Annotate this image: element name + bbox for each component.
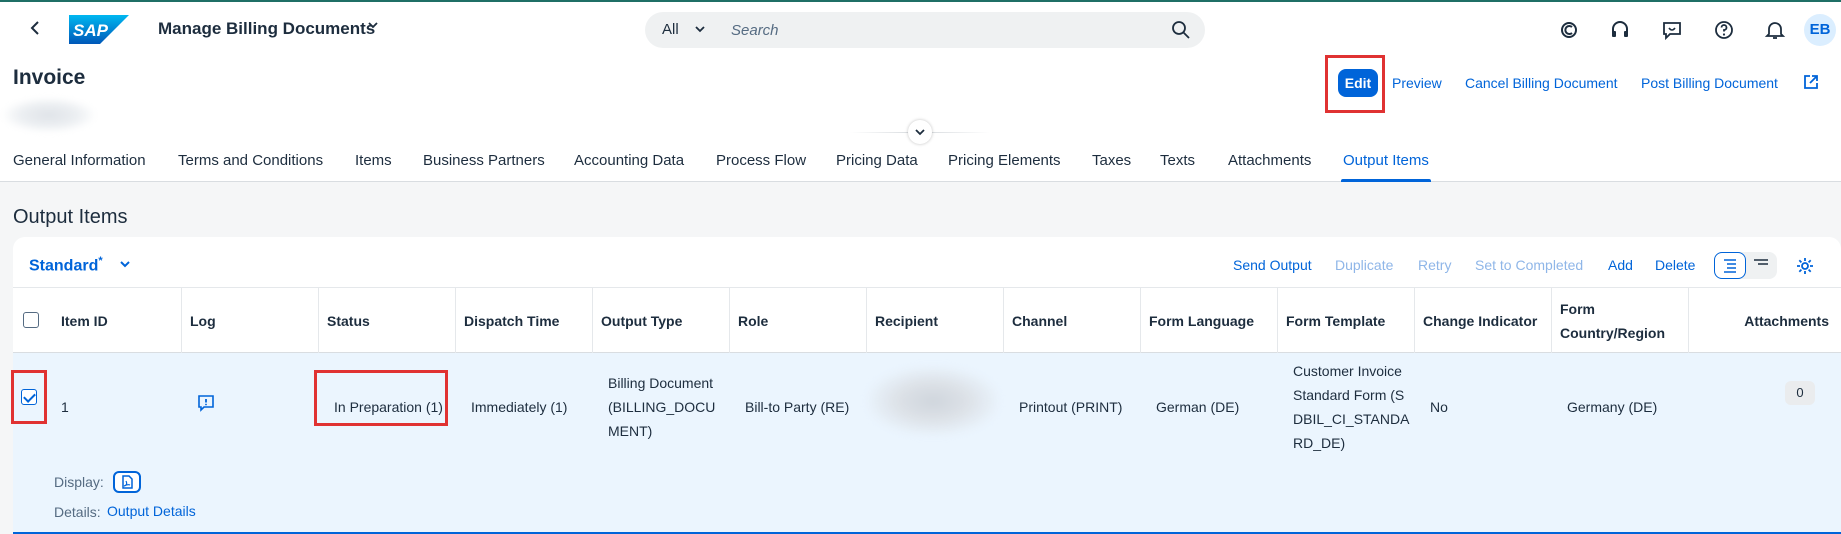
tab-items[interactable]: Items <box>355 152 392 169</box>
edit-button[interactable]: Edit <box>1338 69 1378 97</box>
search-input[interactable] <box>731 18 1151 42</box>
copilot-icon[interactable] <box>1557 18 1581 42</box>
search-scope[interactable]: All <box>662 21 679 38</box>
feedback-icon[interactable] <box>1660 18 1684 42</box>
table-row[interactable]: 1 In Preparation (1) Immediately (1) Bil… <box>11 353 1841 534</box>
blurred-recipient <box>868 367 998 435</box>
change-indicator-cell: No <box>1430 399 1448 415</box>
chevron-down-icon[interactable] <box>366 18 380 35</box>
collapse-header-button[interactable] <box>908 120 932 144</box>
app-title[interactable]: Manage Billing Documents <box>158 19 375 39</box>
tab-pricing-data[interactable]: Pricing Data <box>836 152 918 169</box>
set-to-completed-button[interactable]: Set to Completed <box>1475 257 1583 273</box>
column-header[interactable]: Form Language <box>1140 288 1277 354</box>
column-header[interactable]: Recipient <box>866 288 1003 354</box>
role-cell: Bill-to Party (RE) <box>745 399 850 415</box>
post-billing-document-button[interactable]: Post Billing Document <box>1641 75 1778 91</box>
pdf-preview-icon[interactable] <box>113 471 141 493</box>
view-toggle <box>1714 252 1777 279</box>
retry-button[interactable]: Retry <box>1418 257 1451 273</box>
column-header[interactable]: Output Type <box>592 288 729 354</box>
search-bar: All <box>645 12 1205 48</box>
column-header[interactable]: Form Template <box>1277 288 1414 354</box>
form-template-cell: Customer Invoice Standard Form (SDBIL_CI… <box>1293 363 1410 451</box>
tab-taxes[interactable]: Taxes <box>1092 152 1131 169</box>
svg-text:SAP: SAP <box>73 21 109 40</box>
section-title: Output Items <box>13 206 128 228</box>
column-header[interactable]: Status <box>318 288 455 354</box>
output-type-cell: Billing Document (BILLING_DOCUMENT) <box>608 375 716 439</box>
row-checkbox[interactable] <box>21 389 37 405</box>
output-details-link[interactable]: Output Details <box>107 503 196 519</box>
chevron-down-icon[interactable] <box>118 254 132 277</box>
column-header[interactable]: Item ID <box>53 288 195 354</box>
column-header[interactable]: Dispatch Time <box>455 288 592 354</box>
send-output-button[interactable]: Send Output <box>1233 257 1312 273</box>
add-button[interactable]: Add <box>1608 257 1633 273</box>
select-all-checkbox[interactable] <box>23 312 39 328</box>
tab-accounting-data[interactable]: Accounting Data <box>574 152 684 169</box>
search-icon[interactable] <box>1171 20 1191 40</box>
tab-attachments[interactable]: Attachments <box>1228 152 1311 169</box>
tab-texts[interactable]: Texts <box>1160 152 1195 169</box>
form-language-cell: German (DE) <box>1156 399 1240 415</box>
variant-modified-marker: * <box>98 255 103 267</box>
chevron-down-icon[interactable] <box>693 19 707 42</box>
compact-view-icon[interactable] <box>1746 252 1777 279</box>
details-label: Details: <box>54 504 101 520</box>
status-cell: In Preparation (1) <box>334 399 443 415</box>
column-header[interactable]: Attachments <box>1688 288 1841 354</box>
headset-icon[interactable] <box>1608 18 1632 42</box>
channel-cell: Printout (PRINT) <box>1019 399 1123 415</box>
tab-pricing-elements[interactable]: Pricing Elements <box>948 152 1061 169</box>
preview-button[interactable]: Preview <box>1392 75 1442 91</box>
active-tab-indicator <box>1341 179 1431 182</box>
tab-output-items[interactable]: Output Items <box>1343 152 1429 169</box>
notification-bell-icon[interactable] <box>1763 18 1787 42</box>
share-icon[interactable] <box>1802 73 1820 91</box>
detail-view-icon[interactable] <box>1714 252 1746 279</box>
log-icon[interactable] <box>197 394 215 412</box>
duplicate-button[interactable]: Duplicate <box>1335 257 1393 273</box>
column-header[interactable]: Role <box>729 288 866 354</box>
item-id-cell: 1 <box>61 399 69 415</box>
output-items-table-panel: Standard* Send Output Duplicate Retry Se… <box>11 237 1841 534</box>
tab-business-partners[interactable]: Business Partners <box>423 152 545 169</box>
form-country-cell: Germany (DE) <box>1567 399 1658 415</box>
tab-terms-and-conditions[interactable]: Terms and Conditions <box>178 152 323 169</box>
page-title: Invoice <box>13 66 86 89</box>
shell-bar: SAP Manage Billing Documents All EB <box>0 0 1841 56</box>
attachments-count-badge[interactable]: 0 <box>1785 381 1815 405</box>
help-icon[interactable] <box>1712 18 1736 42</box>
sap-logo[interactable]: SAP <box>69 15 129 44</box>
back-icon[interactable] <box>24 16 48 40</box>
tab-general-information[interactable]: General Information <box>13 152 146 169</box>
column-header[interactable]: Change Indicator <box>1414 288 1551 354</box>
display-label: Display: <box>54 474 104 490</box>
gear-icon[interactable] <box>1795 256 1815 276</box>
delete-button[interactable]: Delete <box>1655 257 1695 273</box>
column-header[interactable]: Log <box>181 288 318 354</box>
tab-process-flow[interactable]: Process Flow <box>716 152 806 169</box>
object-header: Invoice Edit Preview Cancel Billing Docu… <box>0 55 1841 182</box>
table-header: Item ID Log Status Dispatch Time Output … <box>13 287 1841 354</box>
blurred-document-number <box>4 98 94 132</box>
column-header[interactable]: Form Country/Region <box>1551 288 1688 354</box>
tab-bar: General Information Terms and Conditions… <box>0 152 1841 182</box>
variant-selector[interactable]: Standard* <box>29 255 103 275</box>
dispatch-time-cell: Immediately (1) <box>471 399 568 415</box>
column-header[interactable]: Channel <box>1003 288 1140 354</box>
variant-name: Standard <box>29 257 99 275</box>
avatar[interactable]: EB <box>1804 14 1836 46</box>
cancel-billing-document-button[interactable]: Cancel Billing Document <box>1465 75 1618 91</box>
